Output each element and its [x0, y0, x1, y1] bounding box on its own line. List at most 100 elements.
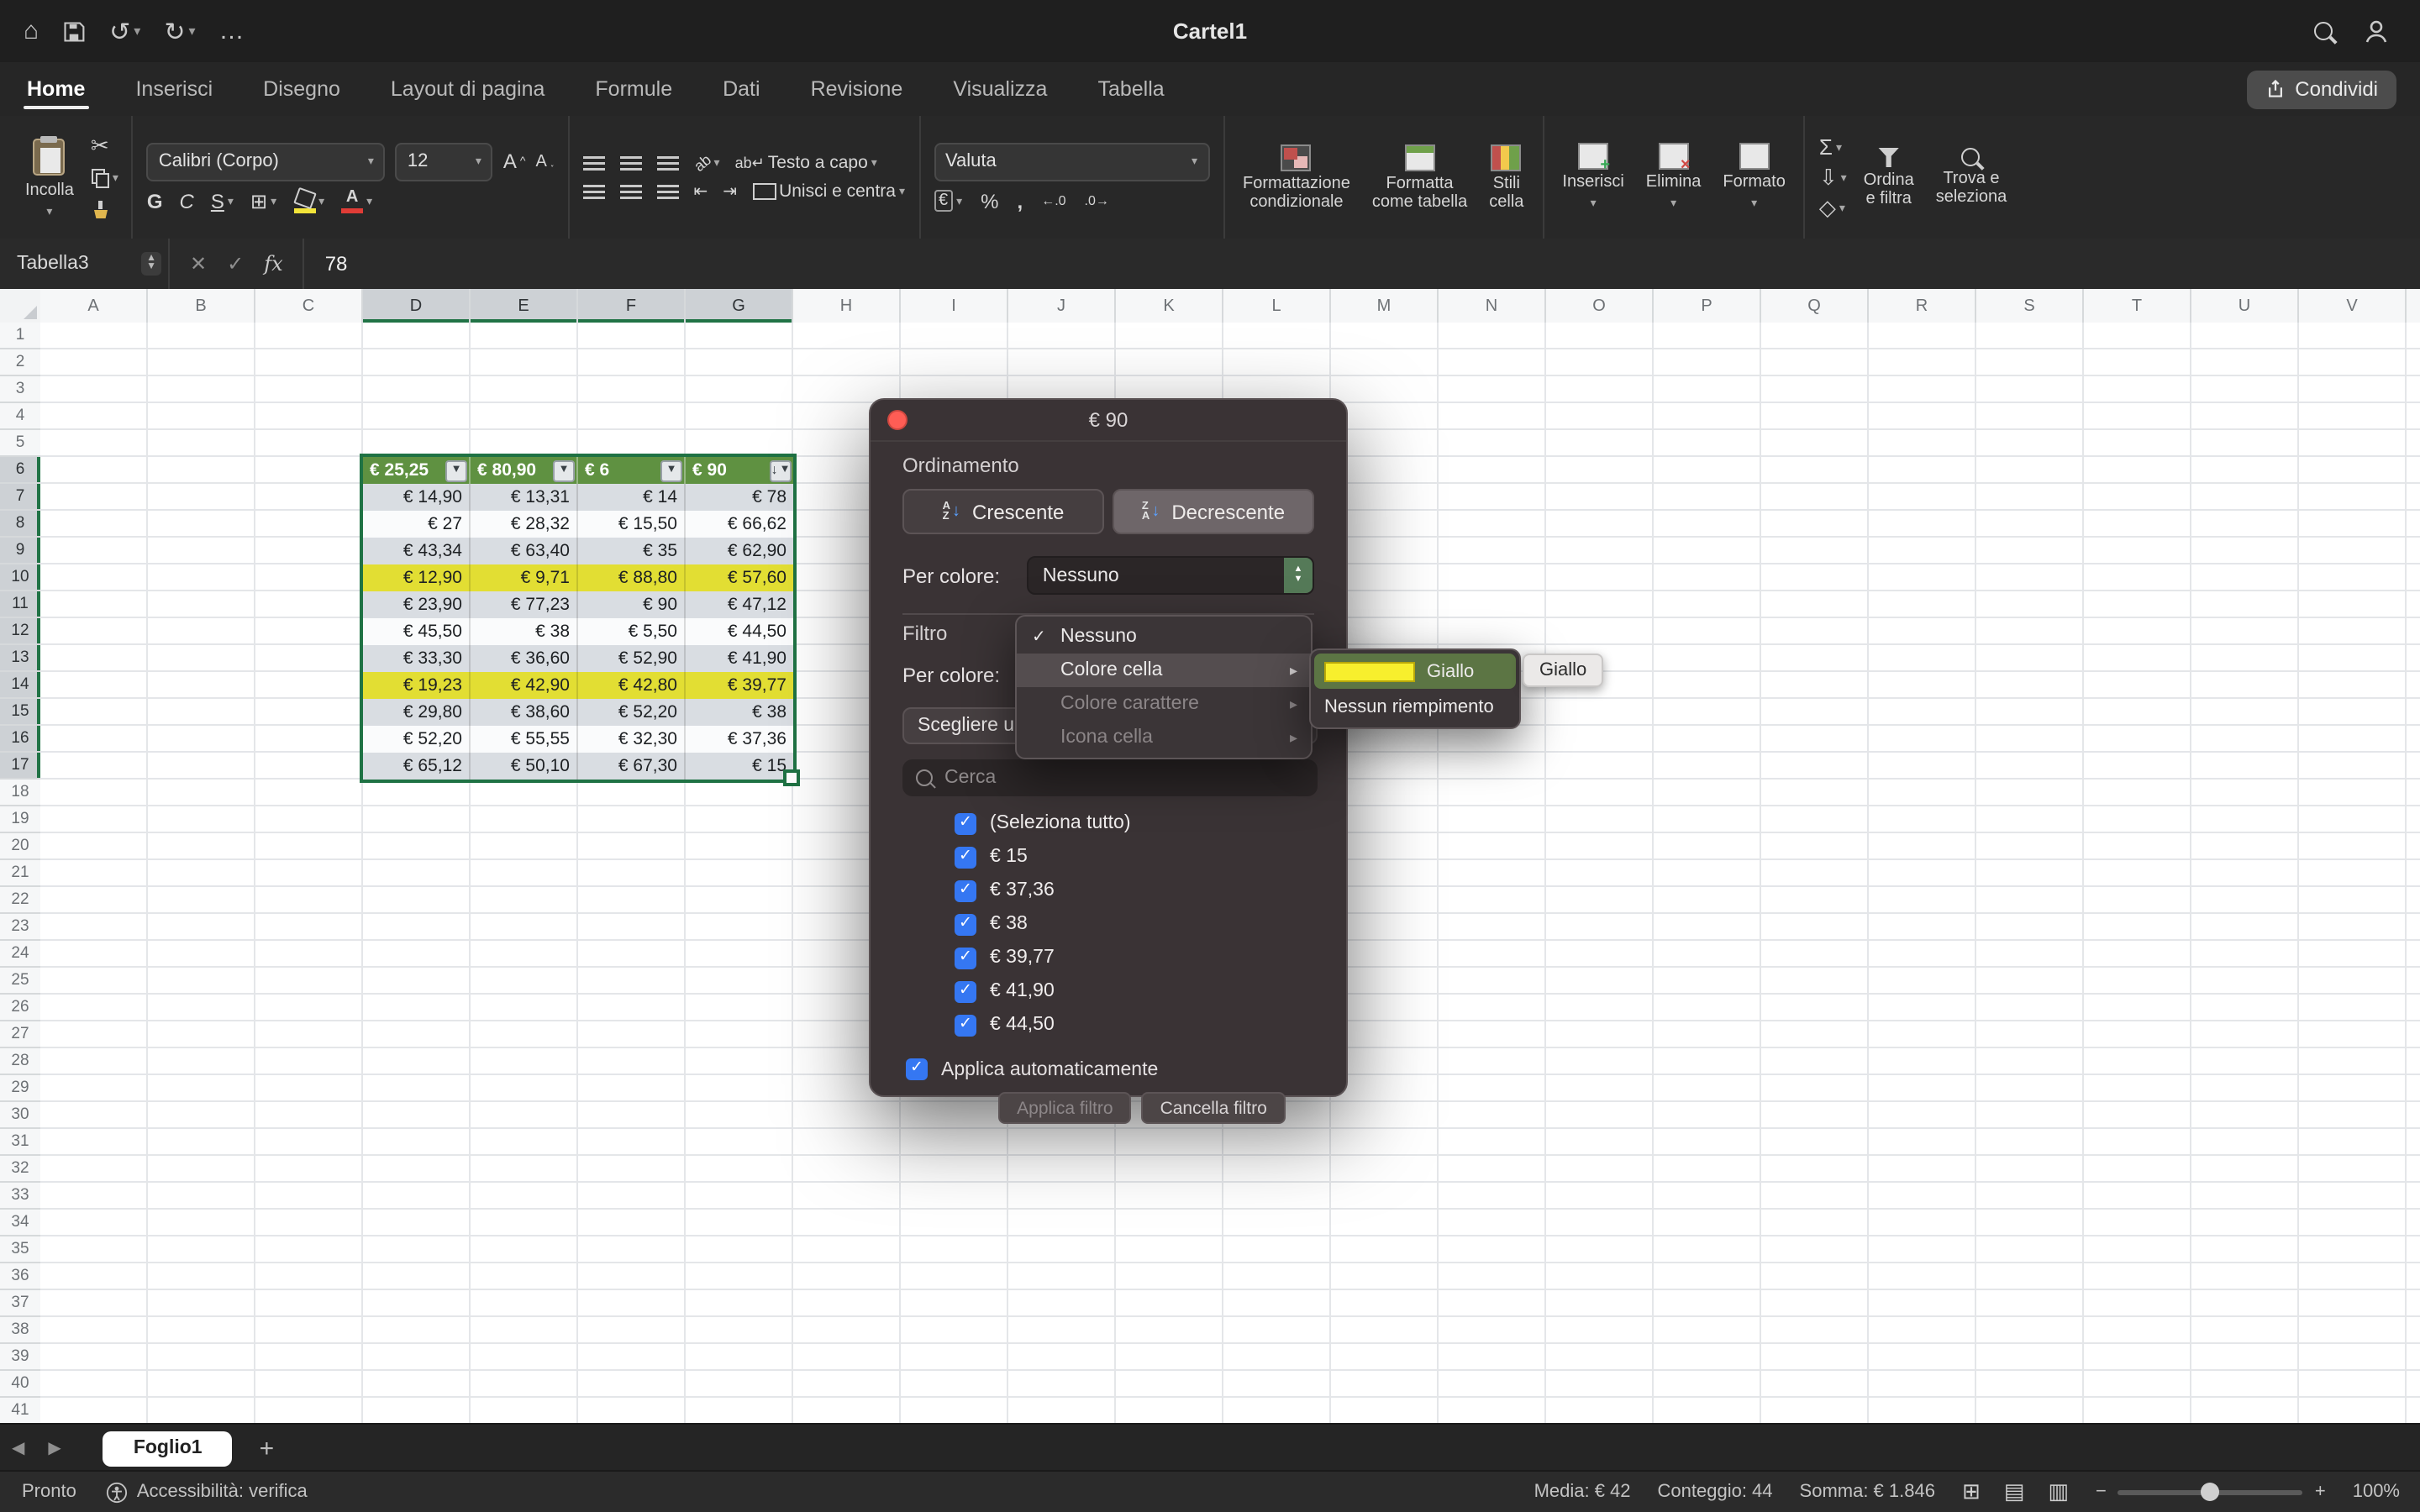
- table-cell[interactable]: € 62,90: [686, 538, 793, 564]
- copy-button[interactable]: ▾: [91, 164, 118, 191]
- redo-button[interactable]: ↻▾: [164, 16, 195, 46]
- filter-dropdown-button[interactable]: ▼: [660, 459, 682, 481]
- name-box[interactable]: Tabella3 ▲▼: [0, 239, 170, 289]
- table-cell[interactable]: € 44,50: [686, 618, 793, 645]
- format-cells-button[interactable]: Formato ▾: [1718, 139, 1790, 216]
- table-cell[interactable]: € 55,55: [471, 726, 578, 753]
- insert-function-icon[interactable]: fx: [264, 252, 282, 276]
- table-cell[interactable]: € 50,10: [471, 753, 578, 780]
- table-cell[interactable]: € 57,60: [686, 564, 793, 591]
- table-cell[interactable]: € 35: [578, 538, 686, 564]
- align-center-icon[interactable]: [620, 184, 642, 199]
- table-cell[interactable]: € 14: [578, 484, 686, 511]
- apply-filter-button[interactable]: Applica filtro: [998, 1092, 1131, 1124]
- autosum-button[interactable]: Σ▾: [1819, 134, 1847, 160]
- confirm-entry-icon[interactable]: ✓: [227, 252, 244, 276]
- table-cell[interactable]: € 15,50: [578, 511, 686, 538]
- filter-value-checkbox[interactable]: [955, 1014, 976, 1036]
- column-header-G[interactable]: G: [686, 289, 793, 323]
- undo-button[interactable]: ↺▾: [109, 16, 140, 46]
- column-header-V[interactable]: V: [2299, 289, 2407, 323]
- row-header-2[interactable]: 2: [0, 349, 40, 376]
- table-cell[interactable]: € 42,80: [578, 672, 686, 699]
- share-button[interactable]: Condividi: [2246, 70, 2396, 108]
- column-header-A[interactable]: A: [40, 289, 148, 323]
- align-right-icon[interactable]: [657, 184, 679, 199]
- row-header-11[interactable]: 11: [0, 591, 40, 618]
- status-media[interactable]: Media: € 42: [1534, 1482, 1631, 1502]
- sheet-next-icon[interactable]: ▶: [36, 1439, 72, 1457]
- row-header-19[interactable]: 19: [0, 806, 40, 833]
- row-header-13[interactable]: 13: [0, 645, 40, 672]
- table-cell[interactable]: € 5,50: [578, 618, 686, 645]
- column-header-B[interactable]: B: [148, 289, 255, 323]
- column-header-P[interactable]: P: [1654, 289, 1761, 323]
- fill-color-button[interactable]: ▾: [293, 189, 324, 213]
- wrap-text-button[interactable]: ab↵Testo a capo▾: [735, 153, 877, 173]
- menu-item-icona-cella[interactable]: Icona cella▸: [1017, 721, 1311, 754]
- row-header-18[interactable]: 18: [0, 780, 40, 806]
- filter-value-item[interactable]: € 44,50: [955, 1008, 1314, 1042]
- table-cell[interactable]: € 67,30: [578, 753, 686, 780]
- column-header-D[interactable]: D: [363, 289, 471, 323]
- filter-search-input[interactable]: Cerca: [902, 759, 1318, 796]
- tab-disegno[interactable]: Disegno: [260, 67, 344, 111]
- table-cell[interactable]: € 13,31: [471, 484, 578, 511]
- column-header-H[interactable]: H: [793, 289, 901, 323]
- table-cell[interactable]: € 52,90: [578, 645, 686, 672]
- row-header-9[interactable]: 9: [0, 538, 40, 564]
- zoom-level[interactable]: 100%: [2353, 1482, 2400, 1502]
- select-all-corner[interactable]: [0, 289, 42, 324]
- filter-dropdown-button[interactable]: ▼: [445, 459, 467, 481]
- table-cell[interactable]: € 52,20: [363, 726, 471, 753]
- filter-dropdown-button[interactable]: ↓▼: [770, 459, 792, 481]
- table-cell[interactable]: € 15: [686, 753, 793, 780]
- increase-indent-button[interactable]: ⇥: [723, 182, 737, 201]
- sort-filter-button[interactable]: Ordina e filtra: [1859, 144, 1919, 211]
- table-resize-handle[interactable]: [783, 769, 800, 786]
- decrease-indent-button[interactable]: ⇤: [694, 182, 708, 201]
- search-icon[interactable]: [2314, 22, 2333, 40]
- add-sheet-button[interactable]: +: [260, 1434, 275, 1462]
- insert-cells-button[interactable]: Inserisci ▾: [1557, 139, 1628, 216]
- menu-item-colore-cella[interactable]: Colore cella▸: [1017, 654, 1311, 687]
- align-bottom-icon[interactable]: [657, 155, 679, 171]
- row-header-3[interactable]: 3: [0, 376, 40, 403]
- row-header-10[interactable]: 10: [0, 564, 40, 591]
- row-header-40[interactable]: 40: [0, 1371, 40, 1398]
- filter-value-item[interactable]: € 38: [955, 907, 1314, 941]
- column-header-E[interactable]: E: [471, 289, 578, 323]
- column-header-R[interactable]: R: [1869, 289, 1976, 323]
- row-header-25[interactable]: 25: [0, 968, 40, 995]
- table-cell[interactable]: € 47,12: [686, 591, 793, 618]
- column-header-U[interactable]: U: [2191, 289, 2299, 323]
- row-header-28[interactable]: 28: [0, 1048, 40, 1075]
- comma-format-button[interactable]: ,: [1018, 189, 1023, 213]
- row-header-20[interactable]: 20: [0, 833, 40, 860]
- row-header-1[interactable]: 1: [0, 323, 40, 349]
- paste-button[interactable]: Incolla ▾: [20, 130, 79, 224]
- table-cell[interactable]: € 9,71: [471, 564, 578, 591]
- row-header-16[interactable]: 16: [0, 726, 40, 753]
- row-header-29[interactable]: 29: [0, 1075, 40, 1102]
- table-cell[interactable]: € 19,23: [363, 672, 471, 699]
- menu-item-colore-carattere[interactable]: Colore carattere▸: [1017, 687, 1311, 721]
- align-top-icon[interactable]: [583, 155, 605, 171]
- cancel-entry-icon[interactable]: ✕: [190, 252, 207, 276]
- table-cell[interactable]: € 14,90: [363, 484, 471, 511]
- clear-filter-button[interactable]: Cancella filtro: [1142, 1092, 1286, 1124]
- table-cell[interactable]: € 77,23: [471, 591, 578, 618]
- table-cell[interactable]: € 63,40: [471, 538, 578, 564]
- font-size-select[interactable]: 12▾: [396, 142, 493, 181]
- orientation-button[interactable]: ab▾: [694, 155, 720, 171]
- table-cell[interactable]: € 27: [363, 511, 471, 538]
- sheet-prev-icon[interactable]: ◀: [0, 1439, 36, 1457]
- auto-apply-row[interactable]: Applica automaticamente: [902, 1058, 1314, 1080]
- table-cell[interactable]: € 90: [578, 591, 686, 618]
- table-cell[interactable]: € 33,30: [363, 645, 471, 672]
- increase-decimal-button[interactable]: ←.0: [1041, 193, 1065, 208]
- column-header-I[interactable]: I: [901, 289, 1008, 323]
- filter-value-checkbox[interactable]: [955, 846, 976, 868]
- font-name-select[interactable]: Calibri (Corpo)▾: [147, 142, 386, 181]
- row-header-30[interactable]: 30: [0, 1102, 40, 1129]
